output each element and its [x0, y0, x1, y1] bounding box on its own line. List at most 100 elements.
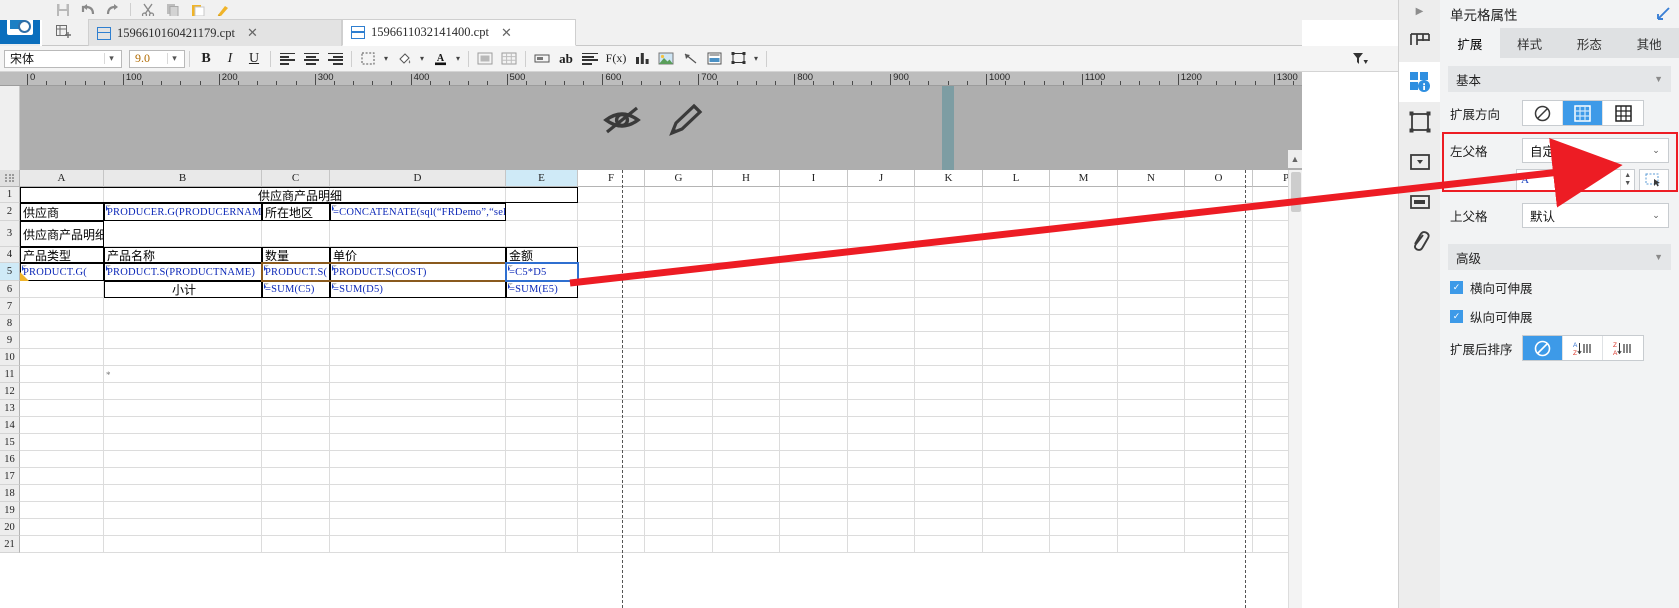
- grid-cell[interactable]: [20, 417, 104, 434]
- basic-section-header[interactable]: 基本 ▼: [1448, 66, 1671, 92]
- row-header-1[interactable]: 1: [0, 187, 20, 203]
- grid-cell[interactable]: [915, 502, 983, 519]
- grid-cell[interactable]: [104, 519, 262, 536]
- column-header-B[interactable]: B: [104, 170, 262, 187]
- grid-cell[interactable]: [780, 187, 848, 203]
- grid-cell[interactable]: [1118, 502, 1185, 519]
- grid-cell[interactable]: [262, 536, 330, 553]
- grid-cell[interactable]: [780, 203, 848, 221]
- stepper-buttons[interactable]: ▲ ▼: [1620, 170, 1634, 190]
- grid-cell[interactable]: [578, 247, 645, 263]
- filter-dropdown-icon[interactable]: [1347, 48, 1373, 70]
- paragraph-icon[interactable]: [578, 49, 602, 69]
- vertical-expand-icon[interactable]: [1563, 101, 1603, 125]
- grid-cell[interactable]: [578, 434, 645, 451]
- grid-cell[interactable]: [20, 519, 104, 536]
- grid-cell[interactable]: [262, 366, 330, 383]
- grid-cell[interactable]: [1050, 383, 1118, 400]
- grid-cell[interactable]: [330, 332, 506, 349]
- grid-cell[interactable]: [645, 502, 713, 519]
- grid-cell[interactable]: [1118, 451, 1185, 468]
- grid-cell[interactable]: [330, 502, 506, 519]
- grid-cell[interactable]: [578, 366, 645, 383]
- row-header-4[interactable]: 4: [0, 247, 20, 263]
- grid-cell[interactable]: [104, 298, 262, 315]
- grid-cell[interactable]: [983, 485, 1050, 502]
- grid-cell[interactable]: [713, 536, 780, 553]
- grid-cell[interactable]: [20, 400, 104, 417]
- grid-cell[interactable]: [848, 502, 915, 519]
- grid-cell[interactable]: [506, 400, 578, 417]
- hidden-eye-icon[interactable]: [600, 98, 644, 142]
- select-all-corner[interactable]: [0, 170, 20, 187]
- cell-C4[interactable]: 数量: [262, 247, 330, 263]
- grid-cell[interactable]: [262, 315, 330, 332]
- grid-cell[interactable]: [1185, 247, 1253, 263]
- grid-cell[interactable]: [1185, 502, 1253, 519]
- grid-cell[interactable]: [330, 349, 506, 366]
- cell-C6[interactable]: =SUM(C5): [262, 281, 330, 298]
- grid-cell[interactable]: [1050, 263, 1118, 281]
- grid-cell[interactable]: [1118, 315, 1185, 332]
- font-color-dropdown-icon[interactable]: ▾: [452, 49, 464, 69]
- left-parent-row-stepper[interactable]: 5 ▲ ▼: [1577, 169, 1636, 191]
- grid-cell[interactable]: [915, 383, 983, 400]
- grid-cell[interactable]: [1118, 536, 1185, 553]
- grid-cell[interactable]: [713, 400, 780, 417]
- font-color-icon[interactable]: A: [428, 49, 452, 69]
- grid-cell[interactable]: [1118, 281, 1185, 298]
- grid-cell[interactable]: [578, 451, 645, 468]
- cell-B4[interactable]: 产品名称: [104, 247, 262, 263]
- grid-cell[interactable]: [1050, 468, 1118, 485]
- grid-cell[interactable]: [983, 315, 1050, 332]
- grid-cell[interactable]: [578, 502, 645, 519]
- grid-cell[interactable]: [578, 349, 645, 366]
- column-header-C[interactable]: C: [262, 170, 330, 187]
- grid-cell[interactable]: [780, 519, 848, 536]
- grid-cell[interactable]: [1185, 485, 1253, 502]
- grid-cell[interactable]: [1050, 221, 1118, 247]
- grid-cell[interactable]: [983, 502, 1050, 519]
- grid-cell[interactable]: [104, 349, 262, 366]
- grid-cell[interactable]: [506, 417, 578, 434]
- row-header-10[interactable]: 10: [0, 349, 20, 366]
- grid-cell[interactable]: [578, 315, 645, 332]
- grid-cell[interactable]: [1118, 332, 1185, 349]
- cell-B5[interactable]: PRODUCT.S(PRODUCTNAME): [104, 263, 262, 281]
- advanced-section-header[interactable]: 高级 ▼: [1448, 244, 1671, 270]
- grid-cell[interactable]: [1185, 298, 1253, 315]
- row-header-19[interactable]: 19: [0, 502, 20, 519]
- grid-cell[interactable]: [645, 519, 713, 536]
- grid-cell[interactable]: [1118, 203, 1185, 221]
- report-layout-icon[interactable]: [1399, 22, 1441, 62]
- no-sort-icon[interactable]: [1523, 336, 1563, 360]
- grid-cell[interactable]: [713, 417, 780, 434]
- tab-style[interactable]: 样式: [1500, 28, 1560, 58]
- row-header-14[interactable]: 14: [0, 417, 20, 434]
- grid-cell[interactable]: [506, 485, 578, 502]
- grid-cell[interactable]: [20, 383, 104, 400]
- grid-cell[interactable]: [848, 263, 915, 281]
- grid-cell[interactable]: [1118, 349, 1185, 366]
- grid-cell[interactable]: [915, 366, 983, 383]
- row-header-9[interactable]: 9: [0, 332, 20, 349]
- grid-cell[interactable]: [915, 203, 983, 221]
- align-center-icon[interactable]: [299, 49, 323, 69]
- grid-cell[interactable]: [1050, 203, 1118, 221]
- grid-cell[interactable]: [1050, 502, 1118, 519]
- cell-D4[interactable]: 单价: [330, 247, 506, 263]
- grid-cell[interactable]: [780, 434, 848, 451]
- grid-cell[interactable]: [1185, 221, 1253, 247]
- left-parent-select[interactable]: 自定义 ⌄: [1522, 138, 1669, 163]
- grid-cell[interactable]: [915, 298, 983, 315]
- grid-cell[interactable]: [983, 519, 1050, 536]
- align-left-icon[interactable]: [275, 49, 299, 69]
- merge-cells-icon[interactable]: [473, 49, 497, 69]
- grid-cell[interactable]: [713, 332, 780, 349]
- cell-B6[interactable]: 小计: [104, 281, 262, 298]
- horizontal-expand-icon[interactable]: [1603, 101, 1643, 125]
- underline-button[interactable]: U: [242, 49, 266, 69]
- row-header-18[interactable]: 18: [0, 485, 20, 502]
- grid-cell[interactable]: [983, 281, 1050, 298]
- grid-cell[interactable]: [780, 400, 848, 417]
